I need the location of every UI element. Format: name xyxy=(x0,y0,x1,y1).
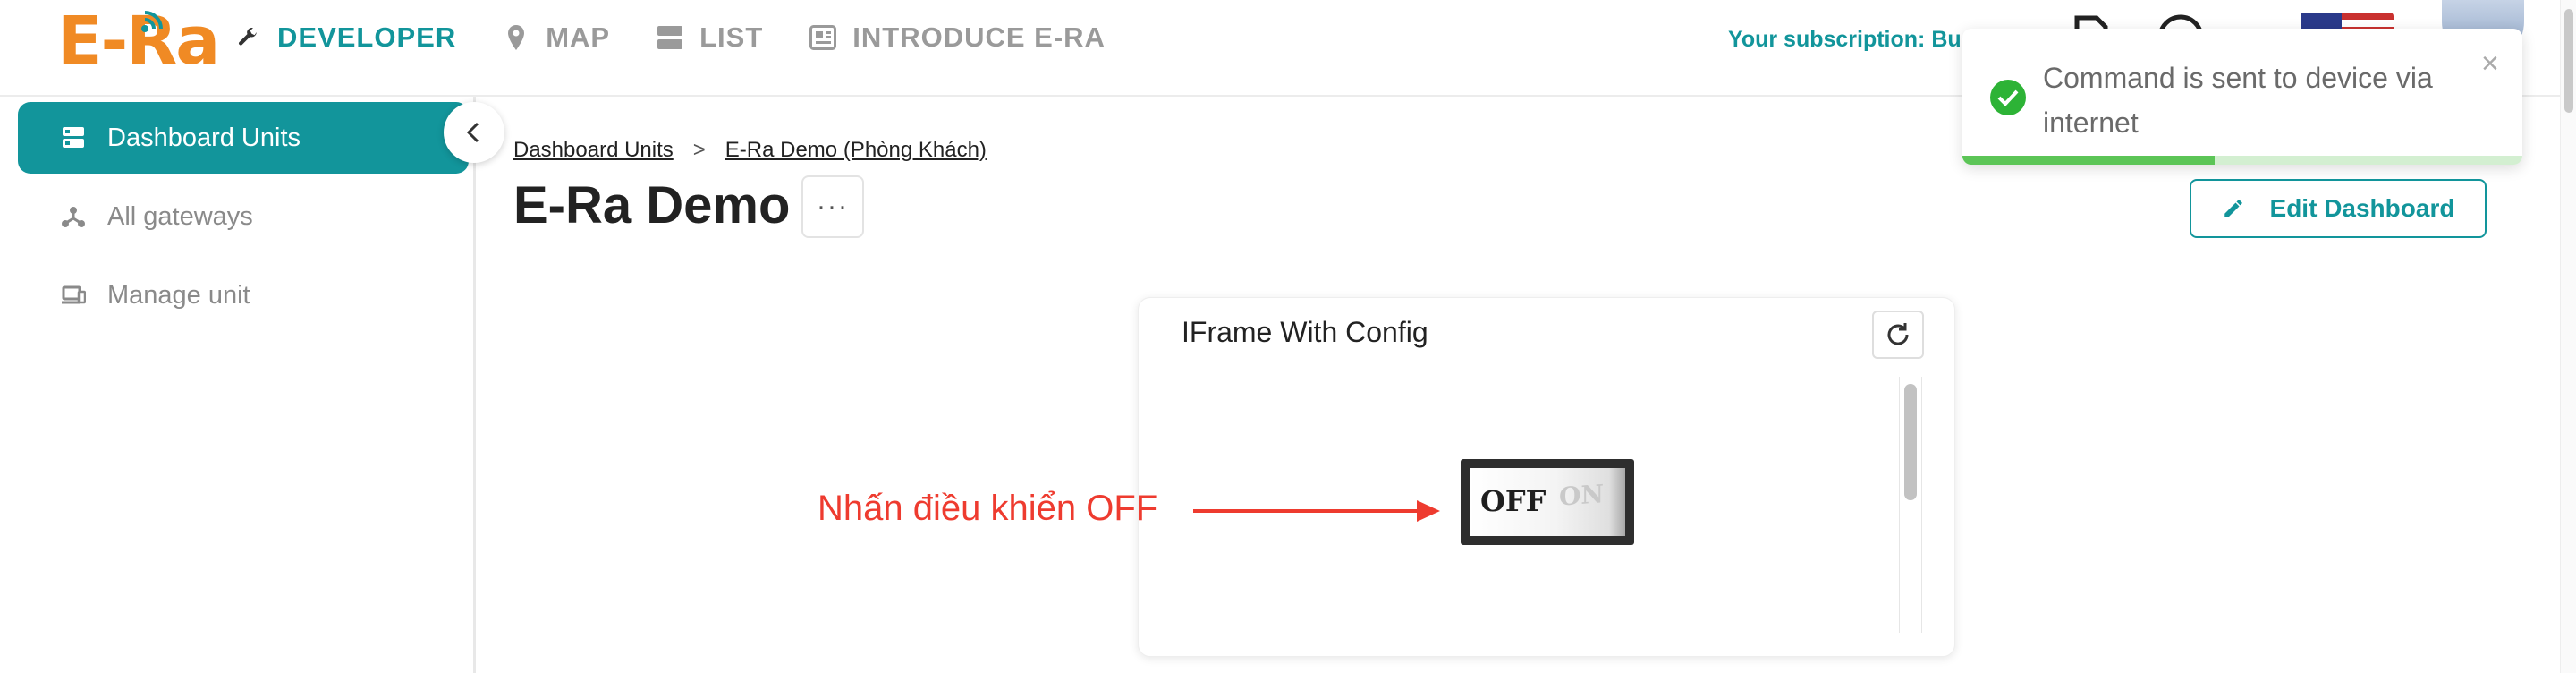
widget-title: IFrame With Config xyxy=(1182,316,1428,348)
refresh-button[interactable] xyxy=(1872,311,1924,359)
page-scrollbar[interactable] xyxy=(2560,0,2576,673)
map-pin-icon xyxy=(503,24,530,51)
era-logo[interactable]: E-Ra xyxy=(57,5,220,77)
pencil-icon xyxy=(2224,200,2242,217)
breadcrumb-separator: > xyxy=(692,138,706,162)
success-toast: Command is sent to device via internet × xyxy=(1962,29,2522,165)
wrench-icon xyxy=(234,24,261,51)
sidebar-collapse-button[interactable] xyxy=(444,102,504,163)
nav-developer-label: DEVELOPER xyxy=(277,21,457,53)
nav-developer[interactable]: DEVELOPER xyxy=(234,21,456,54)
sidebar-item-label: All gateways xyxy=(107,201,253,231)
switch-off-label[interactable]: OFF xyxy=(1480,484,1546,518)
refresh-icon xyxy=(1887,323,1909,345)
nav-introduce[interactable]: INTRODUCE E-RA xyxy=(809,21,1106,54)
subscription-info[interactable]: Your subscription: Bus xyxy=(1728,27,1974,53)
nav-map[interactable]: MAP xyxy=(503,21,610,54)
breadcrumb: Dashboard Units > E-Ra Demo (Phòng Khách… xyxy=(513,138,987,163)
sidebar-item-dashboard-units[interactable]: Dashboard Units xyxy=(18,102,469,174)
news-icon xyxy=(809,24,837,51)
power-switch[interactable]: OFF ON xyxy=(1461,459,1634,545)
page-scroll-thumb[interactable] xyxy=(2564,9,2573,113)
switch-on-label[interactable]: ON xyxy=(1559,479,1604,511)
close-icon[interactable]: × xyxy=(2481,48,2499,79)
check-circle-icon xyxy=(1990,80,2026,115)
sidebar-item-label: Manage unit xyxy=(107,280,250,310)
nav-list-label: LIST xyxy=(699,21,764,53)
breadcrumb-dashboard-units[interactable]: Dashboard Units xyxy=(513,138,674,163)
switch-face: OFF ON xyxy=(1470,468,1625,536)
widget-scrollbar[interactable] xyxy=(1899,377,1922,633)
nav-list[interactable]: LIST xyxy=(657,21,763,54)
toast-progress-bar xyxy=(1962,156,2522,165)
wifi-icon xyxy=(141,11,163,32)
switch-edge xyxy=(1609,468,1625,536)
sidebar-item-manage-unit[interactable]: Manage unit xyxy=(18,260,469,331)
page-title: E-Ra Demo xyxy=(513,176,791,234)
breadcrumb-current[interactable]: E-Ra Demo (Phòng Khách) xyxy=(725,138,987,163)
toast-progress-fill xyxy=(1962,156,2215,165)
chevron-left-icon xyxy=(466,122,479,143)
edit-dashboard-button[interactable]: Edit Dashboard xyxy=(2190,179,2487,238)
more-options-button[interactable]: ··· xyxy=(801,175,864,238)
sidebar: Dashboard Units All gateways Manage unit xyxy=(0,97,476,673)
list-icon xyxy=(657,24,683,51)
iframe-widget: IFrame With Config OFF ON xyxy=(1138,297,1955,657)
sidebar-item-label: Dashboard Units xyxy=(107,123,301,152)
toast-message: Command is sent to device via internet xyxy=(2043,62,2433,139)
main-nav: DEVELOPER MAP LIST INTRODUCE E-RA xyxy=(234,21,1106,54)
widget-scroll-thumb[interactable] xyxy=(1904,384,1917,500)
annotation-arrow xyxy=(1193,500,1440,522)
nav-introduce-label: INTRODUCE E-RA xyxy=(852,21,1106,53)
edit-dashboard-label: Edit Dashboard xyxy=(2269,194,2455,222)
sidebar-item-all-gateways[interactable]: All gateways xyxy=(18,181,469,252)
annotation-text: Nhấn điều khiển OFF xyxy=(818,489,1158,528)
gateway-icon xyxy=(62,207,85,227)
dashboard-icon xyxy=(63,127,84,148)
devices-icon xyxy=(62,285,86,304)
nav-map-label: MAP xyxy=(546,21,611,53)
